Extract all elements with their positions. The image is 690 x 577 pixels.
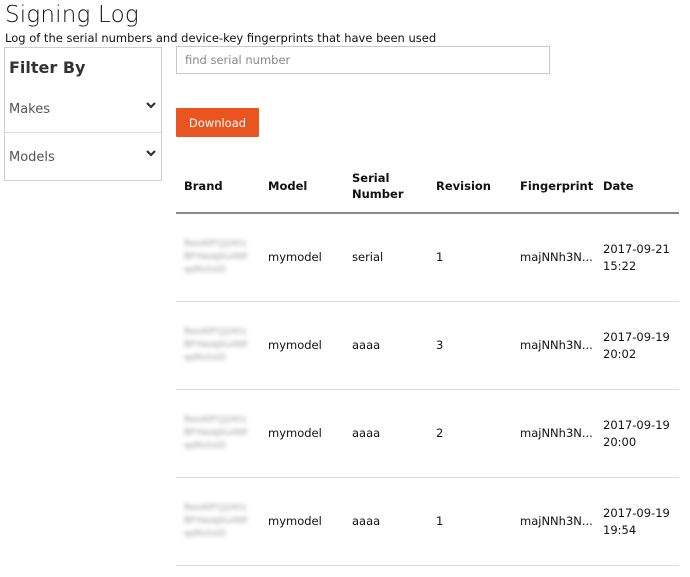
- date-cell: 2017-09-19 20:00: [595, 389, 679, 478]
- column-header-model: Model: [260, 160, 344, 214]
- fingerprint-cell: majNNh3N...: [512, 477, 595, 566]
- download-button[interactable]: Download: [176, 108, 259, 137]
- chevron-down-icon: [146, 150, 156, 157]
- model-cell: mymodel: [260, 477, 344, 566]
- filter-panel: Filter By Makes Models: [4, 47, 162, 181]
- table-row: ReoAtFCJ2AYxBFHwwJAuANfqeRsiUz0 mymodel …: [176, 301, 679, 390]
- filter-group-label: Makes: [9, 102, 51, 117]
- date-cell: 2017-09-19 19:54: [595, 477, 679, 566]
- table-header-row: Brand Model Serial Number Revision Finge…: [176, 160, 679, 214]
- brand-cell: ReoAtFCJ2AYxBFHwwJAuANfqeRsiUz0: [176, 301, 260, 390]
- filter-heading: Filter By: [9, 58, 86, 77]
- filter-group-models[interactable]: Models: [5, 140, 161, 180]
- serial-cell: aaaa: [344, 389, 428, 478]
- brand-cell: ReoAtFCJ2AYxBFHwwJAuANfqeRsiUz0: [176, 389, 260, 478]
- model-cell: mymodel: [260, 213, 344, 302]
- search-input[interactable]: [176, 46, 550, 74]
- revision-cell: 2: [428, 389, 512, 478]
- chevron-down-icon: [146, 102, 156, 109]
- revision-cell: 1: [428, 213, 512, 302]
- redacted-brand-id: ReoAtFCJ2AYxBFHwwJAuANfqeRsiUz0: [184, 327, 248, 363]
- page-title: Signing Log: [5, 2, 139, 28]
- fingerprint-cell: majNNh3N...: [512, 213, 595, 302]
- column-header-serial: Serial Number: [344, 160, 428, 214]
- brand-cell: ReoAtFCJ2AYxBFHwwJAuANfqeRsiUz0: [176, 477, 260, 566]
- column-header-revision: Revision: [428, 160, 512, 214]
- date-value: 2017-09-21: [603, 241, 670, 256]
- time-value: 20:02: [603, 346, 637, 361]
- table-row: ReoAtFCJ2AYxBFHwwJAuANfqeRsiUz0 mymodel …: [176, 389, 679, 478]
- column-header-fingerprint: Fingerprint: [512, 160, 595, 214]
- table-row: ReoAtFCJ2AYxBFHwwJAuANfqeRsiUz0 mymodel …: [176, 477, 679, 566]
- model-cell: mymodel: [260, 389, 344, 478]
- model-cell: mymodel: [260, 301, 344, 390]
- revision-cell: 1: [428, 477, 512, 566]
- redacted-brand-id: ReoAtFCJ2AYxBFHwwJAuANfqeRsiUz0: [184, 503, 248, 539]
- serial-cell: serial: [344, 213, 428, 302]
- column-header-brand: Brand: [176, 160, 260, 214]
- table-row: ReoAtFCJ2AYxBFHwwJAuANfqeRsiUz0 mymodel …: [176, 213, 679, 302]
- serial-cell: aaaa: [344, 301, 428, 390]
- fingerprint-cell: majNNh3N...: [512, 301, 595, 390]
- date-value: 2017-09-19: [603, 505, 670, 520]
- redacted-brand-id: ReoAtFCJ2AYxBFHwwJAuANfqeRsiUz0: [184, 415, 248, 451]
- brand-cell: ReoAtFCJ2AYxBFHwwJAuANfqeRsiUz0: [176, 213, 260, 302]
- serial-cell: aaaa: [344, 477, 428, 566]
- date-value: 2017-09-19: [603, 417, 670, 432]
- filter-group-label: Models: [9, 150, 55, 165]
- redacted-brand-id: ReoAtFCJ2AYxBFHwwJAuANfqeRsiUz0: [184, 239, 248, 275]
- date-cell: 2017-09-19 20:02: [595, 301, 679, 390]
- filter-group-makes[interactable]: Makes: [5, 92, 161, 133]
- revision-cell: 3: [428, 301, 512, 390]
- fingerprint-cell: majNNh3N...: [512, 389, 595, 478]
- column-header-serial-label: Serial Number: [352, 171, 404, 201]
- time-value: 15:22: [603, 258, 637, 273]
- page-subtitle: Log of the serial numbers and device-key…: [5, 31, 437, 45]
- column-header-date: Date: [595, 160, 679, 214]
- signing-log-table: Brand Model Serial Number Revision Finge…: [176, 160, 679, 566]
- time-value: 20:00: [603, 434, 637, 449]
- time-value: 19:54: [603, 522, 637, 537]
- date-cell: 2017-09-21 15:22: [595, 213, 679, 302]
- date-value: 2017-09-19: [603, 329, 670, 344]
